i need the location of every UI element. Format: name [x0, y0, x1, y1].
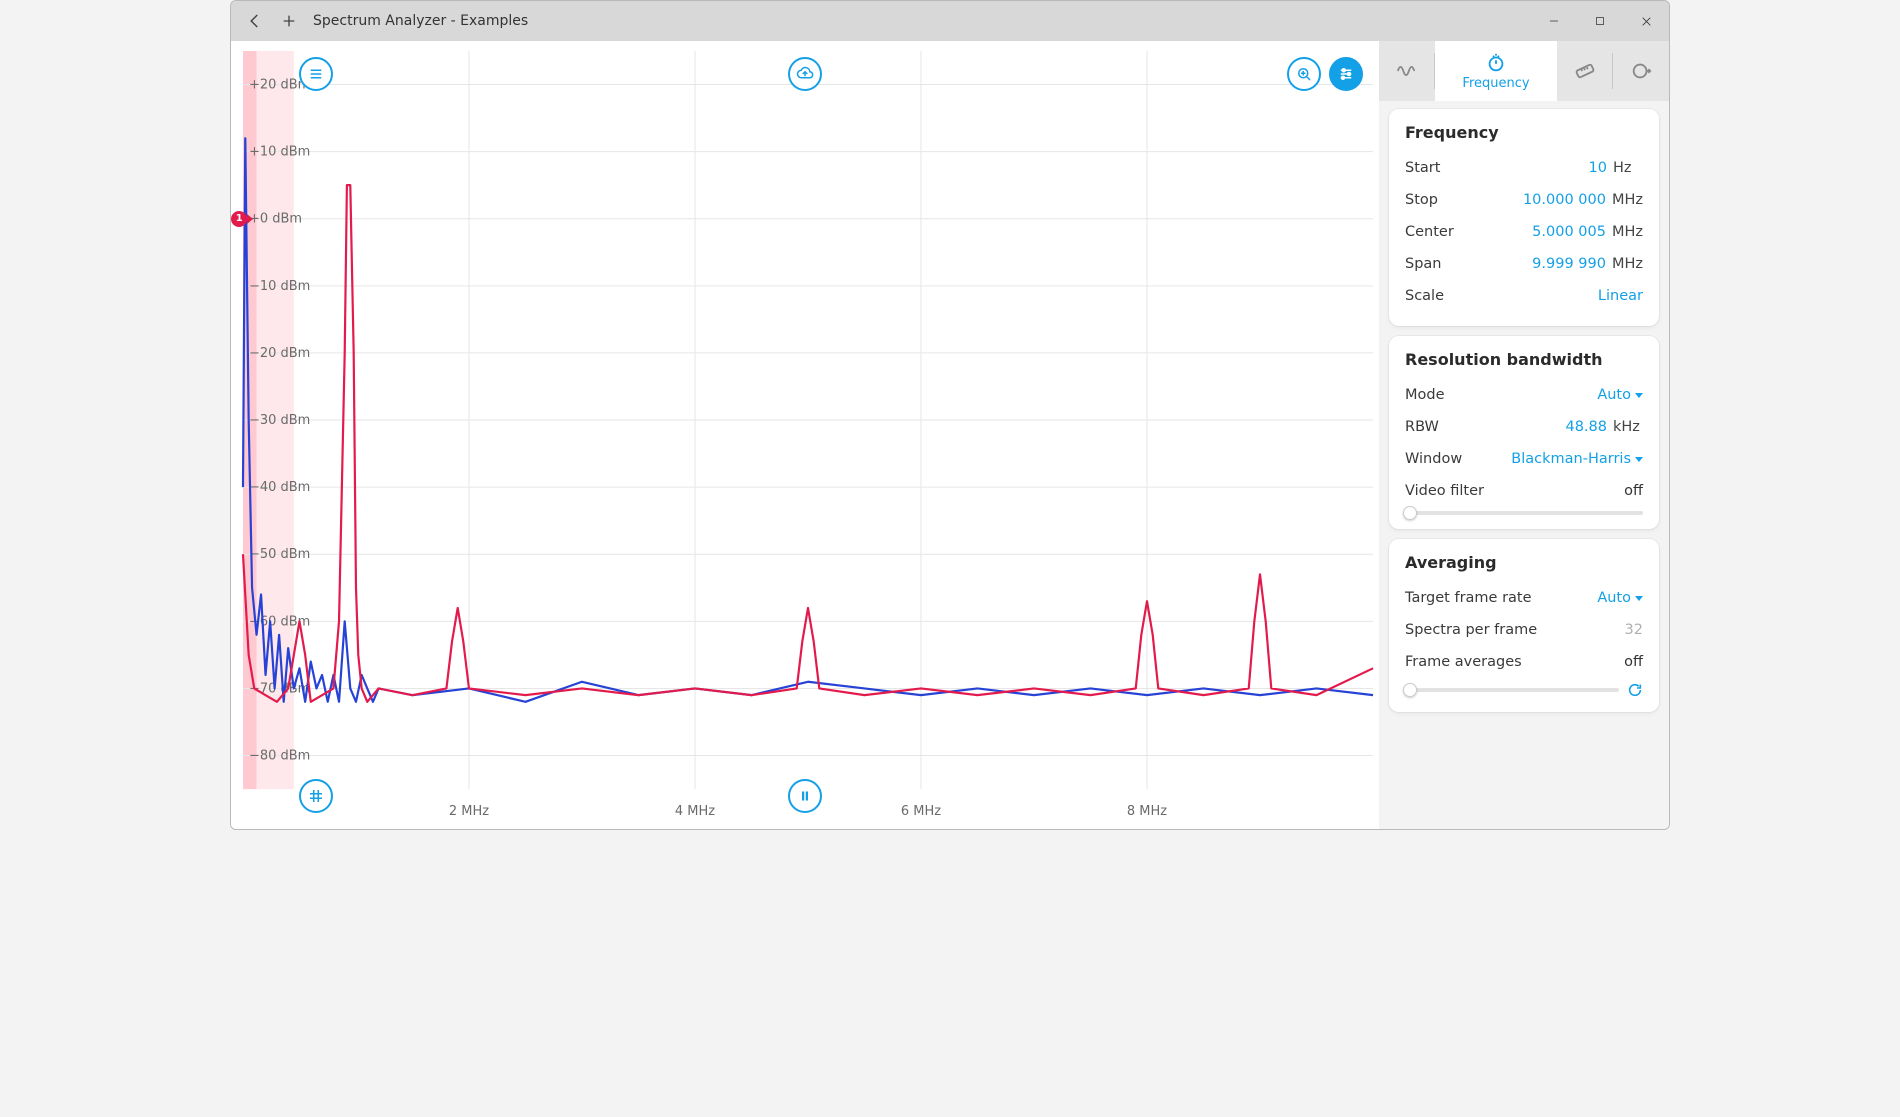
svg-text:4 MHz: 4 MHz	[675, 804, 715, 819]
new-tab-button[interactable]	[279, 11, 299, 31]
tab-waveform[interactable]	[1379, 41, 1435, 101]
stop-unit[interactable]: MHz	[1612, 192, 1643, 208]
stop-label: Stop	[1405, 192, 1438, 208]
zoom-reset-button[interactable]	[1287, 57, 1321, 91]
scale-label: Scale	[1405, 288, 1444, 304]
app-window: Spectrum Analyzer - Examples +20 dBm+10 …	[230, 0, 1670, 830]
maximize-button[interactable]	[1577, 1, 1623, 41]
svg-text:−50 dBm: −50 dBm	[249, 547, 310, 562]
panel-tabs: Frequency	[1379, 41, 1669, 101]
start-value[interactable]: 10	[1589, 160, 1607, 176]
frame-avg-value[interactable]: off	[1624, 654, 1643, 670]
spectrum-plot[interactable]: +20 dBm+10 dBm+0 dBm−10 dBm−20 dBm−30 dB…	[231, 41, 1379, 829]
side-panel: Frequency Frequency Start 10	[1379, 41, 1669, 829]
titlebar: Spectrum Analyzer - Examples	[231, 1, 1669, 41]
span-value[interactable]: 9.999 990	[1532, 256, 1606, 272]
chart-canvas: +20 dBm+10 dBm+0 dBm−10 dBm−20 dBm−30 dB…	[231, 41, 1379, 829]
svg-text:−20 dBm: −20 dBm	[249, 346, 310, 361]
svg-text:−80 dBm: −80 dBm	[249, 749, 310, 764]
rbw-card-title: Resolution bandwidth	[1405, 350, 1643, 369]
start-label: Start	[1405, 160, 1440, 176]
scale-dropdown[interactable]: Linear	[1598, 288, 1643, 304]
window-title: Spectrum Analyzer - Examples	[313, 13, 528, 29]
svg-text:+0 dBm: +0 dBm	[249, 212, 302, 227]
svg-text:−30 dBm: −30 dBm	[249, 413, 310, 428]
averaging-card-title: Averaging	[1405, 553, 1643, 572]
span-label: Span	[1405, 256, 1441, 272]
back-button[interactable]	[245, 11, 265, 31]
spf-label: Spectra per frame	[1405, 622, 1537, 638]
rbw-card: Resolution bandwidth Mode Auto RBW 48.88…	[1389, 336, 1659, 529]
grid-toggle-button[interactable]	[299, 779, 333, 813]
tab-measure[interactable]	[1557, 41, 1613, 101]
frequency-card: Frequency Start 10 Hz Stop 10.000 000 MH…	[1389, 109, 1659, 326]
cloud-upload-button[interactable]	[788, 57, 822, 91]
start-unit[interactable]: Hz	[1613, 160, 1643, 176]
tab-frequency[interactable]: Frequency	[1435, 41, 1557, 101]
center-value[interactable]: 5.000 005	[1532, 224, 1606, 240]
rbw-unit[interactable]: kHz	[1613, 419, 1643, 435]
rbw-window-dropdown[interactable]: Blackman-Harris	[1511, 451, 1643, 467]
frequency-card-title: Frequency	[1405, 123, 1643, 142]
rbw-mode-label: Mode	[1405, 387, 1445, 403]
menu-button[interactable]	[299, 57, 333, 91]
svg-text:+10 dBm: +10 dBm	[249, 145, 310, 160]
marker-badge-1[interactable]: 1	[231, 211, 247, 227]
vfilter-slider[interactable]	[1405, 511, 1643, 515]
span-unit[interactable]: MHz	[1612, 256, 1643, 272]
center-label: Center	[1405, 224, 1454, 240]
svg-text:6 MHz: 6 MHz	[901, 804, 941, 819]
rbw-mode-dropdown[interactable]: Auto	[1597, 387, 1643, 403]
svg-text:2 MHz: 2 MHz	[449, 804, 489, 819]
settings-sliders-button[interactable]	[1329, 57, 1363, 91]
rbw-value[interactable]: 48.88	[1565, 419, 1607, 435]
vfilter-value[interactable]: off	[1624, 483, 1643, 499]
tab-export[interactable]	[1613, 41, 1669, 101]
tab-frequency-label: Frequency	[1462, 76, 1529, 91]
averaging-card: Averaging Target frame rate Auto Spectra…	[1389, 539, 1659, 712]
pause-button[interactable]	[788, 779, 822, 813]
stop-value[interactable]: 10.000 000	[1523, 192, 1606, 208]
frame-avg-slider[interactable]	[1405, 688, 1619, 692]
spf-value[interactable]: 32	[1625, 622, 1643, 638]
refresh-icon[interactable]	[1627, 682, 1643, 698]
svg-text:−40 dBm: −40 dBm	[249, 480, 310, 495]
target-frame-label: Target frame rate	[1405, 590, 1532, 606]
minimize-button[interactable]	[1531, 1, 1577, 41]
svg-text:−10 dBm: −10 dBm	[249, 279, 310, 294]
target-frame-dropdown[interactable]: Auto	[1597, 590, 1643, 606]
close-button[interactable]	[1623, 1, 1669, 41]
svg-text:8 MHz: 8 MHz	[1127, 804, 1167, 819]
rbw-window-label: Window	[1405, 451, 1462, 467]
rbw-label: RBW	[1405, 419, 1439, 435]
center-unit[interactable]: MHz	[1612, 224, 1643, 240]
frame-avg-label: Frame averages	[1405, 654, 1522, 670]
vfilter-label: Video filter	[1405, 483, 1484, 499]
